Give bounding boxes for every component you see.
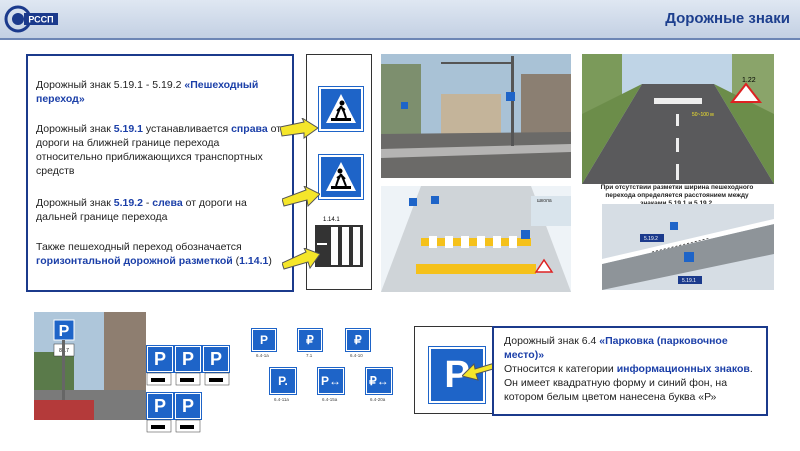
crosswalk-scheme: 5.19.2 5.19.1 (602, 204, 774, 290)
marking-code: 1.14.1 (239, 255, 269, 267)
parking-lot-photo: P 8.17 (34, 312, 146, 420)
distance-label: 50~100 м (692, 112, 714, 118)
marking-name: горизонтальной дорожной разметкой (36, 255, 233, 267)
parking-sign: P (202, 345, 230, 373)
parking-sign: P (146, 392, 174, 420)
sample-code: 6.4-11a (274, 397, 289, 402)
car-plates-row (146, 372, 230, 386)
crosswalk-sign-5-19-2 (318, 154, 364, 200)
road-markings-photo: 1.22 50~100 м (582, 54, 774, 184)
crosswalk-text-panel: Дорожный знак 5.19.1 - 5.19.2 «Пешеходны… (26, 54, 294, 292)
parking-sign: P (146, 345, 174, 373)
sample-code: 6.4-10 (350, 353, 363, 358)
pedestrian-triangle-icon (326, 162, 356, 191)
text: Дорожный знак (36, 197, 114, 209)
paragraph-parking-title: Дорожный знак 6.4 «Парковка (парковочное… (504, 334, 760, 362)
page-title: Дорожные знаки (665, 10, 790, 27)
marking-label: 1.14.1 (323, 217, 340, 223)
category-name: информационных знаков (616, 363, 750, 375)
company-logo: РССП (4, 5, 58, 33)
paragraph-marking: Также пешеходный переход обозначается го… (36, 240, 284, 268)
road-marking-illustration: 1.14.1 (315, 217, 363, 267)
paragraph-parking-desc: Относится к категории информационных зна… (504, 362, 760, 404)
crosswalk-illustration: школа (381, 186, 571, 292)
school-label: школа (537, 198, 552, 204)
parking-sign: P (174, 392, 202, 420)
street-crosswalk-photo (381, 54, 571, 178)
paragraph-sign-5-19-1: Дорожный знак 5.19.1 устанавливается спр… (36, 122, 284, 178)
text: Дорожный знак (36, 123, 114, 135)
crosswalk-sign-5-19-1 (318, 86, 364, 132)
paragraph-sign-title: Дорожный знак 5.19.1 - 5.19.2 «Пешеходны… (36, 78, 284, 106)
pointer-arrow-icon (282, 248, 320, 270)
parking-sign-sample: ₽↔ (365, 367, 393, 395)
parking-text-panel: Дорожный знак 6.4 «Парковка (парковочное… (492, 326, 768, 416)
scheme-label-b: 5.19.1 (682, 278, 696, 284)
logo-text: РССП (28, 15, 53, 25)
parking-sign-sample: P↔ (317, 367, 345, 395)
text-prefix: Дорожный знак 5.19.1 - 5.19.2 (36, 79, 185, 91)
side-word: слева (152, 197, 183, 209)
sign-code: 5.19.2 (113, 197, 143, 209)
sample-code: 6.4-1a (256, 353, 269, 358)
parking-sign-sample: ₽ (345, 328, 371, 352)
side-word: справа (231, 123, 268, 135)
paragraph-sign-5-19-2: Дорожный знак 5.19.2 - слева от дороги н… (36, 196, 284, 224)
sign-number-label: 1.22 (742, 77, 756, 84)
parking-letter: P (59, 323, 70, 340)
pointer-arrow-icon (280, 118, 318, 139)
pedestrian-triangle-icon (326, 94, 356, 123)
sample-code: 7.1 (306, 353, 313, 358)
sample-code: 6.4-15a (322, 397, 338, 402)
text: Дорожный знак 6.4 (504, 335, 600, 347)
text: устанавливается (142, 123, 232, 135)
text: Относится к категории (504, 363, 617, 375)
text: - (142, 197, 153, 209)
header-bar: РССП Дорожные знаки (0, 0, 800, 40)
sign-code: 5.19.1 (113, 123, 143, 135)
text: Также пешеходный переход обозначается (36, 241, 242, 253)
parking-sign-sample: P. (269, 367, 297, 395)
parking-sign-sample: P (251, 328, 277, 352)
parking-sign-sample: ₽ (297, 328, 323, 352)
car-plates-row (146, 419, 201, 433)
text: ) (268, 255, 272, 267)
pointer-arrow-icon (282, 186, 320, 208)
scheme-label-a: 5.19.2 (644, 236, 658, 242)
sample-code: 6.4-20a (370, 397, 386, 402)
parking-sign: P (174, 345, 202, 373)
